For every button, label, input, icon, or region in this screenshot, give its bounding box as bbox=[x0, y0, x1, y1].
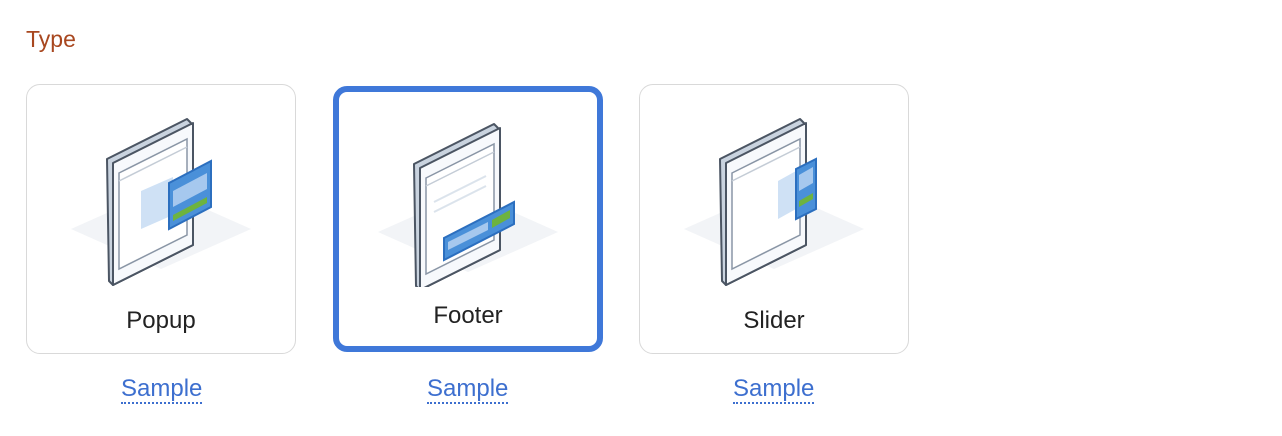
type-card-label: Slider bbox=[743, 307, 805, 334]
type-card-label: Footer bbox=[433, 302, 503, 329]
slider-panel-icon bbox=[684, 118, 864, 286]
type-card-slider[interactable]: Slider bbox=[639, 84, 909, 354]
type-card-popup[interactable]: Popup bbox=[26, 84, 296, 354]
sample-link-slider[interactable]: Sample bbox=[733, 376, 815, 404]
sample-link-footer[interactable]: Sample bbox=[427, 376, 509, 404]
type-card-footer[interactable]: Footer bbox=[333, 86, 603, 352]
popup-window-icon bbox=[71, 118, 251, 286]
type-card-label: Popup bbox=[126, 307, 196, 334]
sample-link-popup[interactable]: Sample bbox=[121, 376, 203, 404]
section-title: Type bbox=[26, 26, 76, 52]
footer-bar-icon bbox=[378, 123, 558, 287]
